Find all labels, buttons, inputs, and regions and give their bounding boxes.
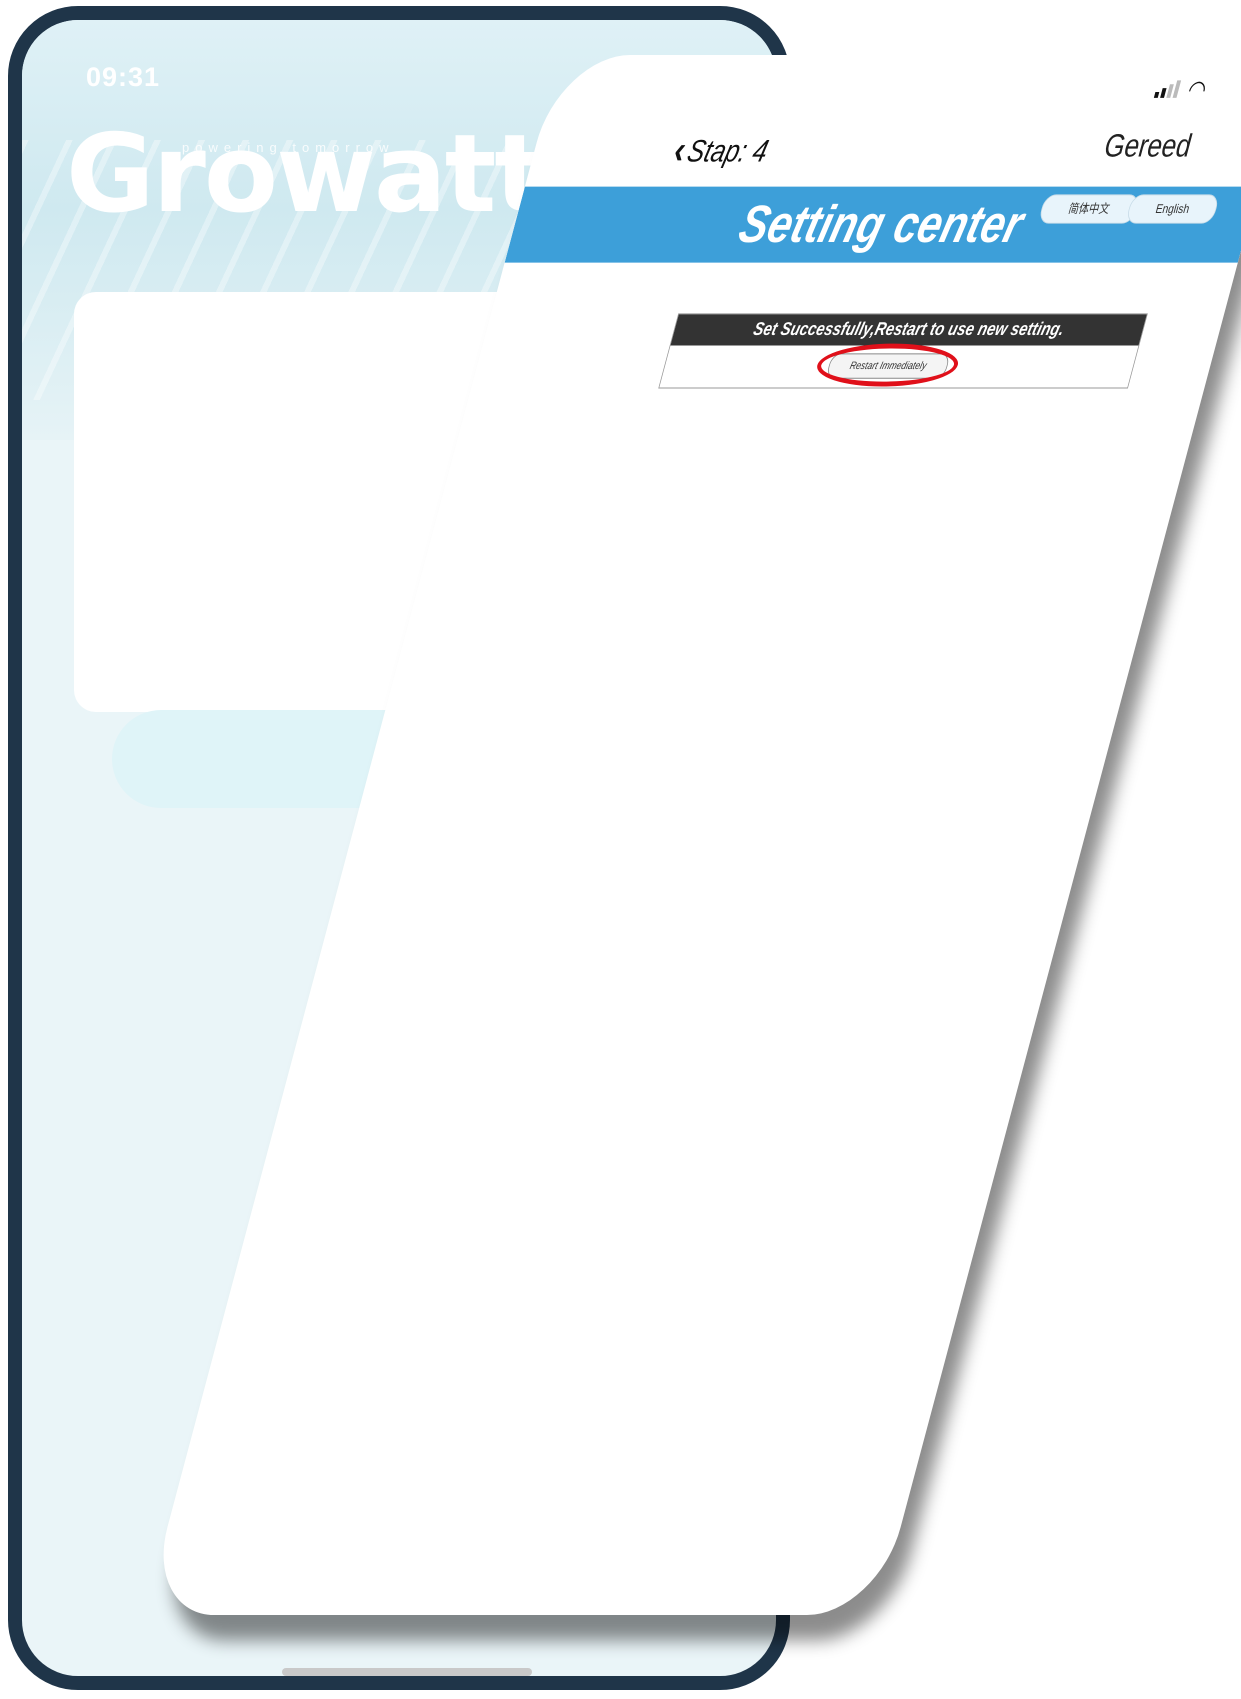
header-banner: Setting center 简体中文 English [504, 186, 1241, 263]
signal-icon [1154, 80, 1182, 98]
back-button[interactable]: ‹ Stap: 4 [669, 129, 773, 172]
background-time: 09:31 [86, 62, 161, 92]
back-label: Stap: 4 [683, 132, 773, 168]
done-button[interactable]: Gereed [1100, 127, 1195, 164]
growatt-logo: Growatt [66, 112, 546, 237]
home-indicator [282, 1668, 532, 1676]
language-chinese-button[interactable]: 简体中文 [1037, 194, 1141, 224]
restart-immediately-button[interactable]: Restart Immediately [825, 353, 951, 379]
success-notice: Set Successfully,Restart to use new sett… [658, 313, 1148, 389]
language-english-button[interactable]: English [1124, 194, 1221, 224]
growatt-slogan: powering tomorrow [182, 140, 395, 155]
status-bar: ◠ [1153, 74, 1210, 104]
success-message: Set Successfully,Restart to use new sett… [670, 314, 1147, 346]
page-title: Setting center [733, 195, 1030, 254]
navigation-bar: ‹ Stap: 4 Gereed [524, 123, 1241, 191]
wifi-icon: ◠ [1184, 74, 1210, 104]
restart-row: Restart Immediately [659, 343, 1138, 388]
